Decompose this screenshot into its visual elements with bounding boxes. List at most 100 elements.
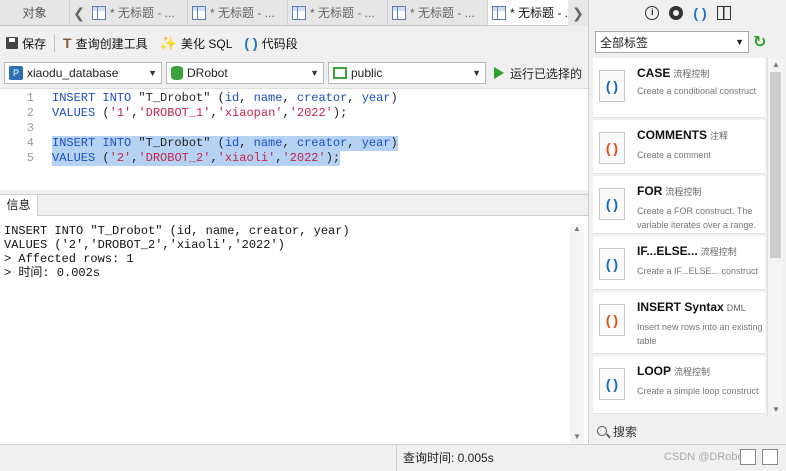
snippet-description: Create a comment — [637, 150, 712, 160]
code-token: ( — [102, 106, 110, 120]
watermark: CSDN @DRobot — [664, 451, 747, 463]
code-token: 'DROBOT_1' — [138, 106, 211, 120]
line-number: 2 — [26, 106, 34, 120]
tab-untitled-3[interactable]: * 无标题 - ... — [288, 0, 388, 25]
snippet-item[interactable]: ( ) IF...ELSE... 流程控制 Create a IF...ELSE...… — [593, 236, 765, 290]
scroll-thumb[interactable] — [770, 72, 781, 258]
run-selected-button[interactable]: 运行已选择的 — [494, 65, 582, 82]
code-token: VALUES — [52, 106, 103, 120]
snippet-item[interactable]: ( ) INSERT Syntax DML Insert new rows into … — [593, 292, 765, 354]
scroll-down-icon[interactable]: ▼ — [768, 405, 784, 414]
sql-editor[interactable]: 1 INSERT INTO "T_Drobot" (id, name, creat… — [0, 88, 588, 190]
code-token: , — [239, 136, 254, 150]
scroll-up-icon[interactable]: ▲ — [768, 60, 784, 69]
code-line: 4 INSERT INTO "T_Drobot" (id, name, creat… — [0, 136, 588, 151]
tab-bar: 对象 ❮ * 无标题 - ... * 无标题 - ... * 无标题 - ...… — [0, 0, 588, 26]
query-icon — [492, 5, 506, 20]
code-token: '2' — [109, 151, 132, 165]
panel-toggle-icon[interactable] — [762, 449, 778, 465]
snippet-description: Create a FOR construct. The variable ite… — [637, 206, 757, 230]
code-token: ) — [390, 91, 398, 105]
scroll-up-icon[interactable]: ▲ — [570, 224, 584, 236]
snippet-title: IF...ELSE... — [637, 244, 698, 258]
tab-untitled-1[interactable]: * 无标题 - ... — [88, 0, 188, 25]
snippet-item[interactable]: ( ) LOOP 流程控制 Create a simple loop construc… — [593, 356, 765, 414]
snippet-description: Create a IF...ELSE... construct — [637, 266, 759, 276]
output-line: VALUES ('2','DROBOT_2','xiaoli','2022') — [4, 238, 285, 252]
code-token: , — [282, 91, 297, 105]
code-token: name — [253, 136, 283, 150]
code-token: id — [224, 91, 240, 105]
magic-wand-icon: ✨ — [159, 34, 178, 51]
table-icon — [192, 5, 206, 20]
snippet-icon: ( ) — [599, 132, 625, 164]
code-text: INSERT INTO "T_Drobot" (id, name, creato… — [52, 91, 398, 106]
tag-filter-select[interactable]: 全部标签 ▼ — [595, 31, 749, 53]
line-number: 5 — [26, 151, 34, 165]
snippet-icon: ( ) — [599, 188, 625, 220]
snippet-icon: ( ) — [599, 304, 625, 336]
snippet-title: LOOP — [637, 364, 672, 378]
query-builder-icon: T — [63, 35, 72, 51]
scroll-down-icon[interactable]: ▼ — [570, 432, 584, 444]
line-number: 4 — [26, 136, 34, 150]
snippet-description: Insert new rows into an existing table — [637, 322, 763, 346]
save-button[interactable]: 保存 — [0, 31, 52, 55]
selected-code: VALUES ('2','DROBOT_2','xiaoli','2022'); — [52, 151, 341, 166]
table-icon — [92, 5, 106, 20]
snippet-name: FOR 流程控制 — [637, 184, 701, 198]
snippet-item[interactable]: ( ) COMMENTS 注释 Create a comment — [593, 120, 765, 174]
chevron-down-icon: ▼ — [735, 37, 744, 47]
code-snippet-button[interactable]: ( ) 代码段 — [238, 31, 303, 55]
snippet-title: FOR — [637, 184, 663, 198]
code-token: '2022' — [289, 106, 333, 120]
code-token: , — [210, 151, 218, 165]
tab-untitled-4[interactable]: * 无标题 - ... — [388, 0, 488, 25]
code-token: , — [347, 136, 362, 150]
snippet-search[interactable]: 搜索 — [589, 418, 786, 444]
tab-info[interactable]: 信息 — [0, 195, 38, 217]
tab-objects[interactable]: 对象 — [0, 0, 70, 25]
braces-icon: ( ) — [244, 35, 258, 51]
layout-icon[interactable] — [740, 449, 756, 465]
tab-scroll-right-icon[interactable]: ❯ — [568, 0, 588, 26]
code-token: creator — [296, 91, 348, 105]
code-line: 3 — [0, 121, 588, 136]
code-token: ); — [325, 151, 341, 165]
snippet-scrollbar[interactable]: ▲ ▼ — [767, 58, 783, 416]
info-icon[interactable]: i — [645, 6, 660, 20]
beautify-sql-button[interactable]: ✨ 美化 SQL — [154, 31, 239, 55]
chevron-down-icon: ▼ — [148, 68, 157, 78]
code-token: VALUES — [52, 151, 103, 165]
code-line: 2 VALUES ('1','DROBOT_1','xiaopan','2022'… — [0, 106, 588, 121]
code-token: year — [361, 136, 391, 150]
code-token: INSERT INTO — [52, 91, 139, 105]
snippet-item[interactable]: ( ) FOR 流程控制 Create a FOR construct. The va… — [593, 176, 765, 234]
query-builder-button[interactable]: T 查询创建工具 — [57, 31, 154, 55]
schema-select[interactable]: public ▼ — [328, 62, 486, 84]
code-token: , — [210, 106, 218, 120]
grid-icon[interactable] — [716, 6, 731, 20]
code-token: 'xiaopan' — [217, 106, 283, 120]
code-text: VALUES ('1','DROBOT_1','xiaopan','2022')… — [52, 106, 347, 121]
table-icon — [392, 5, 406, 20]
snippet-item[interactable]: ( ) CASE 流程控制 Create a conditional construc… — [593, 58, 765, 118]
tab-scroll-left-icon[interactable]: ❮ — [70, 0, 88, 25]
eye-icon[interactable] — [669, 6, 684, 20]
braces-icon[interactable]: ( ) — [693, 5, 706, 21]
snippet-title: INSERT Syntax — [637, 300, 724, 314]
code-token: ( — [102, 151, 110, 165]
chevron-down-icon: ▼ — [472, 68, 481, 78]
code-token: , — [239, 91, 254, 105]
line-number: 3 — [26, 121, 34, 135]
add-snippet-button[interactable]: ↻ — [753, 32, 771, 52]
output-line: > 时间: 0.002s — [4, 266, 101, 280]
code-token: '1' — [109, 106, 132, 120]
database-select[interactable]: DRobot ▼ — [166, 62, 324, 84]
info-scrollbar[interactable]: ▲ ▼ — [570, 224, 584, 444]
snippet-panel: i ( ) 全部标签 ▼ ↻ ( ) CASE 流程控制 Create a condi… — [588, 0, 786, 444]
plus-icon: ↻ — [753, 34, 767, 51]
connection-select[interactable]: P xiaodu_database ▼ — [4, 62, 162, 84]
toolbar-divider — [54, 34, 56, 52]
tab-untitled-2[interactable]: * 无标题 - ... — [188, 0, 288, 25]
